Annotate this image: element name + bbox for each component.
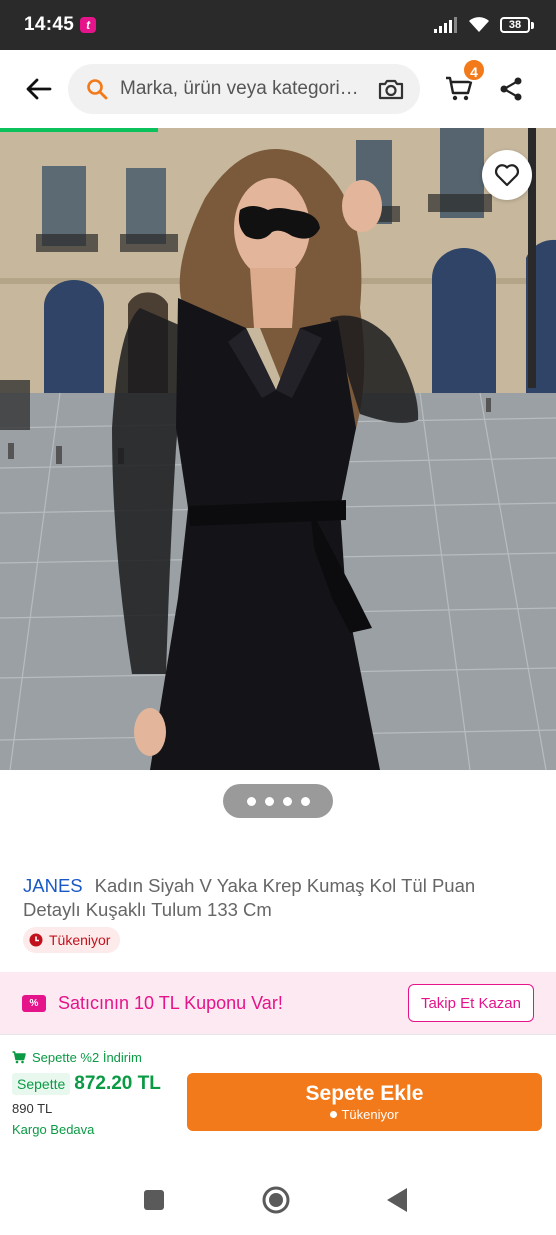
cart-discount-text: Sepette %2 İndirim <box>32 1050 142 1065</box>
price-block: Sepette %2 İndirim Sepette 872.20 TL 890… <box>12 1050 182 1137</box>
share-icon <box>500 77 522 101</box>
coupon-text: Satıcının 10 TL Kuponu Var! <box>58 992 283 1013</box>
add-to-cart-label: Sepete Ekle <box>305 1082 424 1105</box>
system-back-button[interactable] <box>386 1188 408 1212</box>
camera-search-button[interactable] <box>376 74 406 104</box>
cart-price-tag: Sepette <box>12 1073 71 1095</box>
wifi-icon <box>469 17 489 32</box>
product-title: JANES Kadın Siyah V Yaka Krep Kumaş Kol T… <box>23 874 523 922</box>
pager-dot[interactable] <box>246 796 256 806</box>
battery-level: 38 <box>500 17 530 33</box>
status-dot-icon <box>330 1111 338 1118</box>
pager-dot[interactable] <box>282 796 292 806</box>
cart-price: 872.20 TL <box>74 1073 161 1094</box>
divider <box>0 1034 556 1035</box>
search-icon <box>87 79 108 100</box>
stock-status-text: Tükeniyor <box>49 932 111 948</box>
battery-icon: 38 <box>500 17 534 33</box>
product-image-gallery[interactable] <box>0 128 556 770</box>
back-button[interactable] <box>18 68 60 110</box>
back-arrow-icon <box>26 78 52 100</box>
heart-outline-icon <box>494 164 520 187</box>
cart-count-badge: 4 <box>462 58 486 82</box>
home-icon <box>262 1186 290 1214</box>
product-name: Kadın Siyah V Yaka Krep Kumaş Kol Tül Pu… <box>23 875 476 920</box>
search-bar[interactable] <box>68 64 420 114</box>
pager-dot[interactable] <box>264 796 274 806</box>
clock-icon <box>29 933 43 947</box>
top-app-bar: 4 <box>0 50 556 128</box>
cart-discount: Sepette %2 İndirim <box>12 1050 182 1065</box>
recents-button[interactable] <box>143 1189 165 1211</box>
signal-icon <box>434 17 457 33</box>
app-notification-icon: t <box>80 17 97 33</box>
progress-strip <box>0 128 158 132</box>
free-shipping-label: Kargo Bedava <box>12 1122 95 1137</box>
stock-status-badge: Tükeniyor <box>23 927 121 953</box>
add-to-cart-button[interactable]: Sepete Ekle Tükeniyor <box>187 1073 542 1131</box>
cart-price-row: Sepette 872.20 TL <box>12 1073 182 1095</box>
search-input[interactable] <box>120 78 360 100</box>
seller-coupon-banner: % Satıcının 10 TL Kuponu Var! Takip Et K… <box>0 972 556 1034</box>
recents-icon <box>144 1190 164 1210</box>
status-icons: 38 <box>434 17 534 33</box>
favorite-button[interactable] <box>482 150 532 200</box>
pager-dot[interactable] <box>300 796 310 806</box>
cart-button[interactable]: 4 <box>442 58 486 106</box>
product-photo <box>0 128 556 770</box>
original-price: 890 TL <box>12 1101 53 1116</box>
follow-and-earn-button[interactable]: Takip Et Kazan <box>407 984 534 1022</box>
coupon-icon: % <box>22 994 46 1012</box>
system-nav-bar <box>0 1165 556 1235</box>
brand-link[interactable]: JANES <box>23 875 83 896</box>
cart-small-icon <box>12 1051 26 1064</box>
status-bar: 14:45 t 38 <box>0 0 556 50</box>
add-to-cart-subtext: Tükeniyor <box>330 1107 399 1122</box>
status-time: 14:45 <box>24 14 75 35</box>
share-button[interactable] <box>496 74 526 104</box>
back-icon <box>387 1188 407 1212</box>
camera-icon <box>378 79 404 100</box>
home-button[interactable] <box>262 1186 290 1214</box>
add-to-cart-stock-text: Tükeniyor <box>341 1107 399 1122</box>
image-pager <box>223 784 333 818</box>
